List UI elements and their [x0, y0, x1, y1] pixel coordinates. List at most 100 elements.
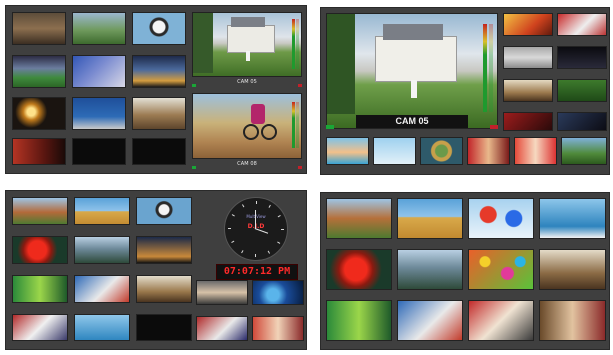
- source-tile[interactable]: [539, 300, 606, 346]
- digital-clock: 07:07:12 PM: [216, 264, 298, 280]
- source-tile[interactable]: [557, 79, 607, 107]
- cardinal-thumbnail: [12, 236, 68, 264]
- source-tile[interactable]: [503, 13, 553, 41]
- audio-meter: [483, 24, 487, 112]
- tile-label: [252, 305, 304, 310]
- tile-label: [12, 130, 66, 135]
- source-tile[interactable]: [557, 13, 607, 41]
- source-tile[interactable]: [326, 198, 392, 244]
- source-tile[interactable]: [12, 197, 68, 230]
- tile-label: [503, 131, 553, 136]
- source-tile[interactable]: [12, 236, 68, 269]
- source-tile[interactable]: [12, 12, 66, 50]
- racing-thumbnail: [74, 275, 130, 303]
- tile-label: [557, 69, 607, 74]
- source-tile[interactable]: [132, 97, 186, 135]
- source-tile[interactable]: [12, 55, 66, 93]
- presenter-thumbnail: [196, 280, 248, 305]
- cyclist-thumbnail: [468, 300, 534, 341]
- source-tile[interactable]: [72, 97, 126, 135]
- tile-label: [12, 45, 66, 50]
- program-window[interactable]: CAM 05: [326, 13, 498, 129]
- dancers-thumbnail: [514, 137, 557, 165]
- tile-label: [503, 69, 553, 74]
- source-tile[interactable]: [136, 275, 192, 308]
- source-tile[interactable]: [467, 137, 510, 170]
- tile-label: [503, 36, 553, 41]
- source-tile[interactable]: [74, 236, 130, 269]
- source-tile[interactable]: [12, 275, 68, 308]
- source-tile[interactable]: [136, 314, 192, 346]
- source-tile[interactable]: [74, 197, 130, 230]
- people-thumbnail: [539, 300, 606, 341]
- source-tile[interactable]: [12, 138, 66, 170]
- preview-window[interactable]: CAM 05: [192, 12, 302, 87]
- source-tile[interactable]: [252, 280, 304, 310]
- dark-thumbnail: [557, 112, 607, 131]
- source-tile[interactable]: [12, 97, 66, 135]
- source-tile[interactable]: [326, 137, 369, 170]
- source-tile[interactable]: [132, 138, 186, 170]
- clock-ticks: [225, 198, 287, 260]
- program-label: CAM 05: [356, 115, 468, 128]
- source-tile[interactable]: [503, 46, 553, 74]
- field-thumbnail: [561, 137, 607, 165]
- multiview-panel-3: MultiView D.I.D 07:07:12 PM: [5, 190, 307, 350]
- pyramid-thumbnail: [74, 197, 130, 225]
- source-tile[interactable]: [326, 300, 392, 346]
- tile-label: [74, 303, 130, 308]
- source-tile[interactable]: [74, 275, 130, 308]
- tile-label: [12, 341, 68, 346]
- house-thumbnail: [326, 13, 498, 129]
- source-tile[interactable]: [468, 198, 534, 244]
- racing-thumbnail: [397, 300, 463, 341]
- source-tile[interactable]: [196, 316, 248, 346]
- source-tile[interactable]: [326, 249, 392, 295]
- source-tile[interactable]: [397, 198, 463, 244]
- source-tile[interactable]: [557, 46, 607, 74]
- bmx-thumbnail: [192, 93, 302, 159]
- tally-red: [298, 166, 302, 169]
- source-tile[interactable]: [12, 314, 68, 346]
- source-tile[interactable]: [132, 12, 186, 50]
- source-tile[interactable]: [373, 137, 416, 170]
- source-tile[interactable]: [468, 300, 534, 346]
- tile-label: [539, 290, 606, 295]
- source-tile[interactable]: [252, 316, 304, 346]
- clock-tick: [281, 229, 284, 230]
- program-window[interactable]: CAM 08: [192, 93, 302, 169]
- preview-label: CAM 05: [237, 79, 257, 85]
- tile-label: [326, 239, 392, 244]
- source-tile[interactable]: [397, 249, 463, 295]
- source-tile[interactable]: [72, 12, 126, 50]
- source-tile[interactable]: [136, 236, 192, 269]
- source-tile[interactable]: [557, 112, 607, 136]
- balloons-thumbnail: [468, 198, 534, 239]
- source-tile[interactable]: [74, 314, 130, 346]
- source-tile[interactable]: [420, 137, 463, 170]
- audio-meter: [292, 19, 295, 69]
- black-thumbnail: [132, 138, 186, 165]
- audio-meter: [296, 102, 299, 148]
- source-tile[interactable]: [72, 138, 126, 170]
- source-tile[interactable]: [397, 300, 463, 346]
- source-tile[interactable]: [503, 79, 553, 107]
- tile-label: [12, 88, 66, 93]
- clock-tick: [255, 254, 256, 257]
- source-tile[interactable]: [196, 280, 248, 310]
- tile-label: [74, 225, 130, 230]
- source-tile[interactable]: [72, 55, 126, 93]
- source-tile[interactable]: [468, 249, 534, 295]
- source-tile[interactable]: [132, 55, 186, 93]
- source-tile[interactable]: [539, 249, 606, 295]
- source-tile[interactable]: [514, 137, 557, 170]
- tile-label: [468, 290, 534, 295]
- source-tile[interactable]: [136, 197, 192, 230]
- source-tile[interactable]: [561, 137, 607, 170]
- multiview-panel-2: CAM 05: [320, 7, 610, 175]
- clock-tick: [241, 250, 244, 254]
- source-tile[interactable]: [539, 198, 606, 244]
- tile-label: [468, 239, 534, 244]
- source-tile[interactable]: [503, 112, 553, 136]
- black-thumbnail: [136, 314, 192, 341]
